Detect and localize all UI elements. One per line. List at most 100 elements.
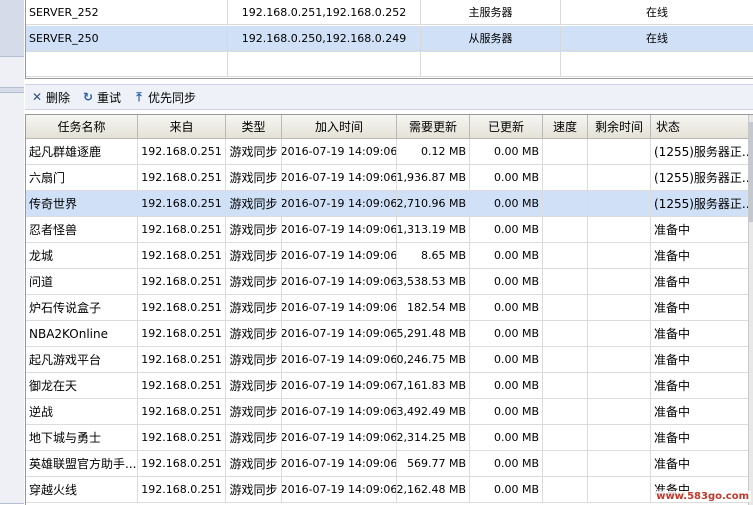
column-header-name[interactable]: 任务名称: [26, 115, 138, 139]
task-from: 192.168.0.251: [138, 373, 226, 399]
task-added-time: 2016-07-19 14:09:06: [282, 373, 397, 399]
task-added-time: 2016-07-19 14:09:06: [282, 243, 397, 269]
column-header-type[interactable]: 类型: [226, 115, 282, 139]
priority-sync-button[interactable]: ⤒ 优先同步: [133, 89, 196, 106]
task-type: 游戏同步: [226, 451, 282, 477]
task-size-done: 0.00 MB: [470, 451, 543, 477]
task-type: 游戏同步: [226, 425, 282, 451]
left-panel-band: [0, 92, 24, 504]
task-remaining: [588, 321, 651, 347]
table-row[interactable]: 穿越火线 192.168.0.251 游戏同步 2016-07-19 14:09:06…: [26, 477, 749, 503]
table-row[interactable]: 地下城与勇士 192.168.0.251 游戏同步 2016-07-19 14:09:…: [26, 425, 749, 451]
close-icon: ✕: [31, 90, 43, 104]
task-from: 192.168.0.251: [138, 243, 226, 269]
task-size-needed: 1,313.19 MB: [397, 217, 470, 243]
task-state: 准备中: [651, 321, 749, 347]
table-row[interactable]: NBA2KOnline 192.168.0.251 游戏同步 2016-07-19 1…: [26, 321, 749, 347]
task-size-done: 0.00 MB: [470, 347, 543, 373]
task-from: 192.168.0.251: [138, 451, 226, 477]
table-row[interactable]: 炉石传说盒子 192.168.0.251 游戏同步 2016-07-19 14:09:…: [26, 295, 749, 321]
server-status: 在线: [561, 26, 753, 51]
table-row[interactable]: 御龙在天 192.168.0.251 游戏同步 2016-07-19 14:09:06…: [26, 373, 749, 399]
task-size-done: 0.00 MB: [470, 165, 543, 191]
task-name: 忍者怪兽: [26, 217, 138, 243]
task-speed: [543, 269, 588, 295]
table-row[interactable]: 传奇世界 192.168.0.251 游戏同步 2016-07-19 14:09:06…: [26, 191, 749, 217]
task-state: 准备中: [651, 373, 749, 399]
server-role: 从服务器: [421, 26, 561, 51]
server-name: SERVER_250: [26, 26, 228, 51]
task-remaining: [588, 347, 651, 373]
task-from: 192.168.0.251: [138, 269, 226, 295]
task-name: 传奇世界: [26, 191, 138, 217]
column-header-speed[interactable]: 速度: [543, 115, 588, 139]
task-name: 御龙在天: [26, 373, 138, 399]
table-row[interactable]: 问道 192.168.0.251 游戏同步 2016-07-19 14:09:06 3,…: [26, 269, 749, 295]
task-speed: [543, 139, 588, 165]
table-row[interactable]: 六扇门 192.168.0.251 游戏同步 2016-07-19 14:09:06 1…: [26, 165, 749, 191]
retry-button[interactable]: ↻ 重试: [82, 89, 121, 106]
task-speed: [543, 243, 588, 269]
column-header-need[interactable]: 需要更新: [397, 115, 470, 139]
task-table-header: 任务名称 来自 类型 加入时间 需要更新 已更新 速度 剩余时间 状态: [26, 115, 749, 139]
task-state: 准备中: [651, 425, 749, 451]
task-from: 192.168.0.251: [138, 425, 226, 451]
task-speed: [543, 399, 588, 425]
server-row[interactable]: SERVER_252 192.168.0.251,192.168.0.252 主…: [26, 0, 753, 26]
table-row[interactable]: 龙城 192.168.0.251 游戏同步 2016-07-19 14:09:06 8.…: [26, 243, 749, 269]
task-remaining: [588, 295, 651, 321]
table-row[interactable]: 起凡游戏平台 192.168.0.251 游戏同步 2016-07-19 14:09:…: [26, 347, 749, 373]
server-ips: 192.168.0.251,192.168.0.252: [228, 0, 421, 25]
task-size-done: 0.00 MB: [470, 373, 543, 399]
column-header-time[interactable]: 加入时间: [282, 115, 397, 139]
task-size-needed: 182.54 MB: [397, 295, 470, 321]
column-header-state[interactable]: 状态: [651, 115, 749, 139]
task-remaining: [588, 217, 651, 243]
refresh-icon: ↻: [82, 90, 94, 104]
scrollbar-thumb[interactable]: [749, 122, 753, 222]
task-table: 任务名称 来自 类型 加入时间 需要更新 已更新 速度 剩余时间 状态 起凡群雄…: [25, 114, 753, 505]
column-header-remaining[interactable]: 剩余时间: [588, 115, 651, 139]
retry-label: 重试: [97, 90, 122, 105]
task-name: 龙城: [26, 243, 138, 269]
task-size-needed: 8.65 MB: [397, 243, 470, 269]
server-list: SERVER_252 192.168.0.251,192.168.0.252 主…: [25, 0, 753, 79]
table-row[interactable]: 逆战 192.168.0.251 游戏同步 2016-07-19 14:09:06 13…: [26, 399, 749, 425]
task-size-needed: 3,538.53 MB: [397, 269, 470, 295]
task-remaining: [588, 269, 651, 295]
task-added-time: 2016-07-19 14:09:06: [282, 139, 397, 165]
table-row[interactable]: 英雄联盟官方助手... 192.168.0.251 游戏同步 2016-07-19 1…: [26, 451, 749, 477]
task-added-time: 2016-07-19 14:09:06: [282, 399, 397, 425]
task-type: 游戏同步: [226, 373, 282, 399]
task-type: 游戏同步: [226, 347, 282, 373]
task-remaining: [588, 373, 651, 399]
task-speed: [543, 451, 588, 477]
delete-button[interactable]: ✕ 删除: [31, 89, 70, 106]
task-type: 游戏同步: [226, 295, 282, 321]
server-role: 主服务器: [421, 0, 561, 25]
task-from: 192.168.0.251: [138, 399, 226, 425]
task-size-needed: 12,710.96 MB: [397, 191, 470, 217]
task-state: 准备中: [651, 347, 749, 373]
task-remaining: [588, 477, 651, 503]
column-header-from[interactable]: 来自: [138, 115, 226, 139]
server-row[interactable]: SERVER_250 192.168.0.250,192.168.0.249 从…: [26, 26, 753, 52]
task-state: 准备中: [651, 217, 749, 243]
task-type: 游戏同步: [226, 321, 282, 347]
table-row[interactable]: 忍者怪兽 192.168.0.251 游戏同步 2016-07-19 14:09:06…: [26, 217, 749, 243]
task-added-time: 2016-07-19 14:09:06: [282, 191, 397, 217]
task-size-needed: 0.12 MB: [397, 139, 470, 165]
task-state: 准备中: [651, 243, 749, 269]
table-row[interactable]: 起凡群雄逐鹿 192.168.0.251 游戏同步 2016-07-19 14:09:…: [26, 139, 749, 165]
vertical-scrollbar[interactable]: [748, 115, 753, 505]
task-speed: [543, 477, 588, 503]
empty-cell: [561, 52, 753, 77]
task-size-done: 0.00 MB: [470, 295, 543, 321]
task-name: 逆战: [26, 399, 138, 425]
task-from: 192.168.0.251: [138, 347, 226, 373]
task-from: 192.168.0.251: [138, 191, 226, 217]
column-header-done[interactable]: 已更新: [470, 115, 543, 139]
task-state: (1255)服务器正...: [651, 165, 749, 191]
task-remaining: [588, 425, 651, 451]
task-from: 192.168.0.251: [138, 139, 226, 165]
